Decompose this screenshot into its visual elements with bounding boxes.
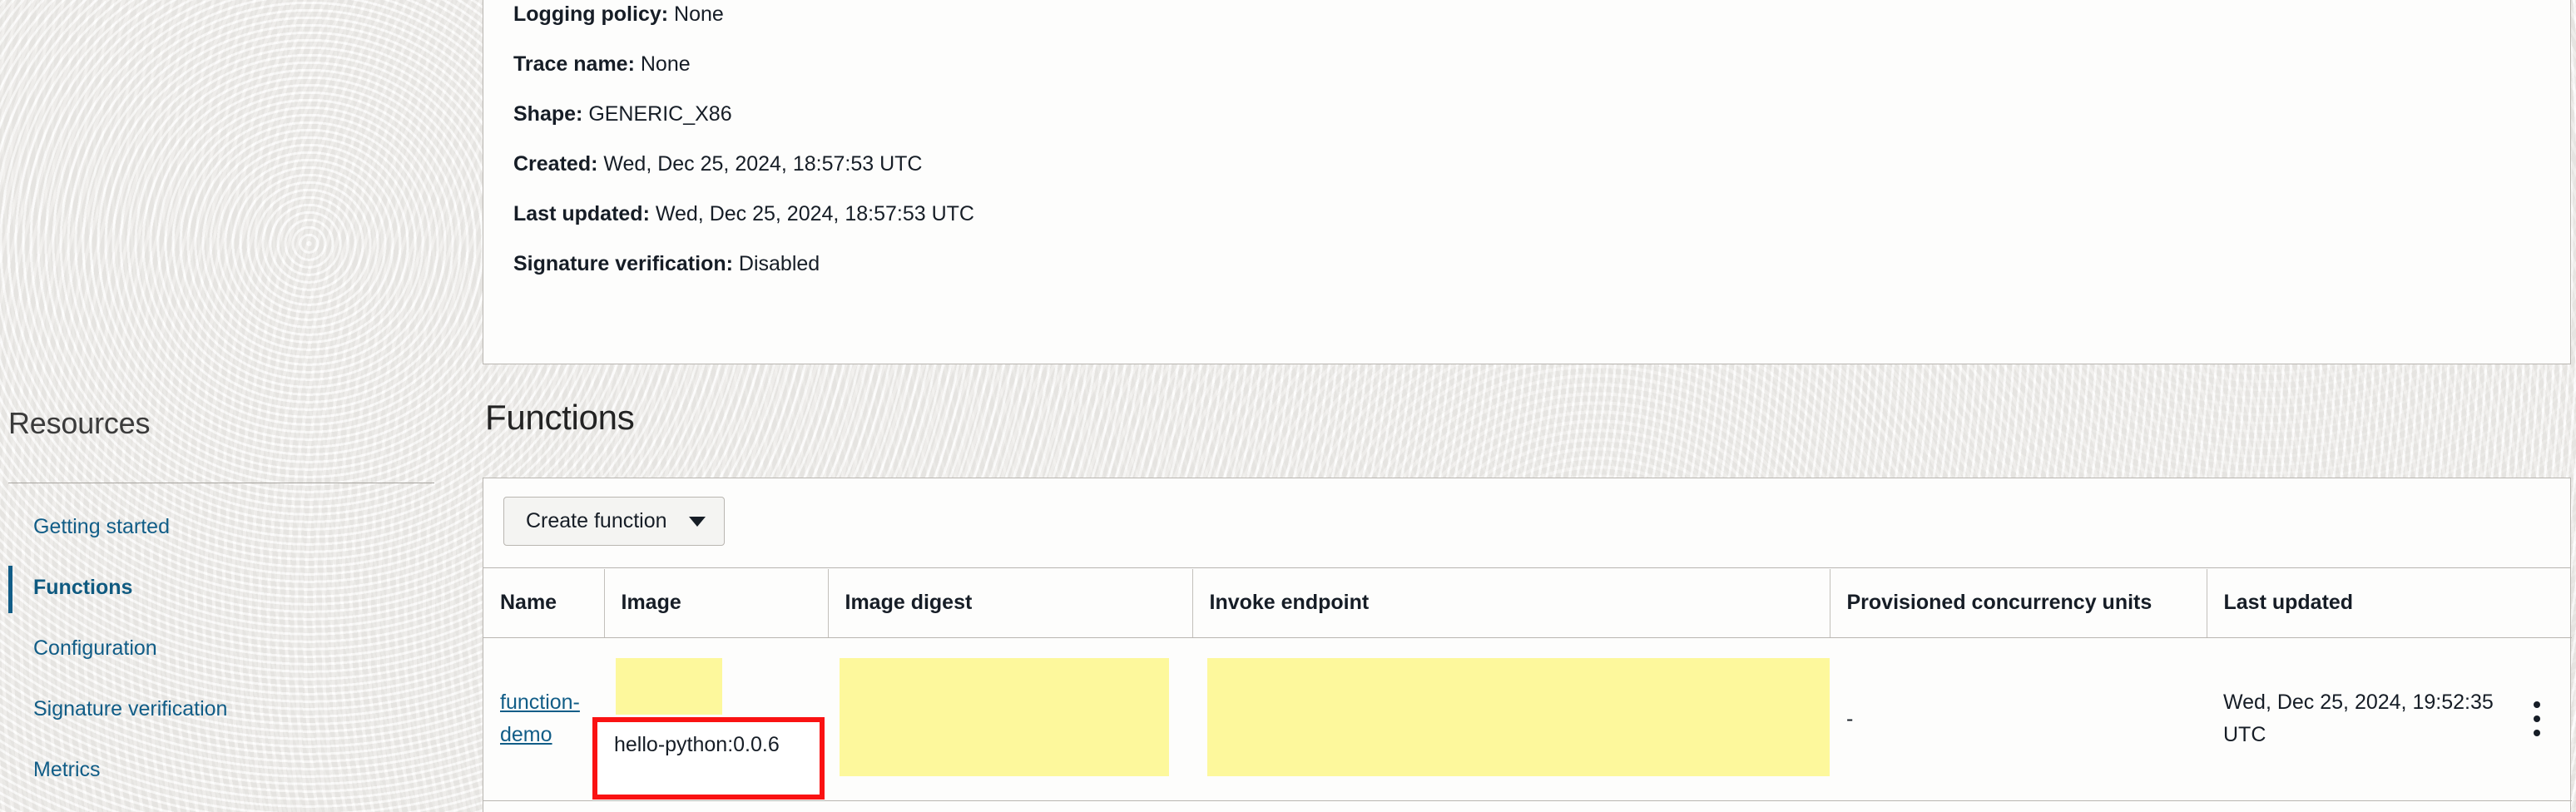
sidebar: Resources Getting started Functions Conf… [0,0,483,812]
detail-label: Trace name: [513,52,635,76]
column-header-name[interactable]: Name [483,569,605,638]
detail-value: GENERIC_X86 [588,102,732,126]
detail-row: Logging policy: None [513,2,2510,27]
detail-value: None [640,52,691,76]
detail-label: Created: [513,152,598,176]
sidebar-item-label: Metrics [33,758,101,781]
detail-value: Disabled [738,252,820,275]
provisioned-concurrency-units-value: - [1846,706,1854,730]
detail-label: Shape: [513,102,583,126]
sidebar-title: Resources [8,406,151,440]
detail-row: Signature verification: Disabled [513,251,2510,276]
column-header-last-updated[interactable]: Last updated [2207,569,2572,638]
annotation-highlight-box: hello-python:0.0.6 [592,717,825,800]
sidebar-item-label: Configuration [33,636,157,660]
detail-value: Wed, Dec 25, 2024, 18:57:53 UTC [603,152,923,176]
detail-row: Trace name: None [513,52,2510,77]
create-function-label: Create function [526,509,667,532]
detail-row: Last updated: Wed, Dec 25, 2024, 18:57:5… [513,201,2510,226]
application-details-card: Logging policy: None Trace name: None Sh… [483,0,2571,364]
detail-label: Logging policy: [513,2,669,26]
sidebar-item-signature-verification[interactable]: Signature verification [0,694,466,725]
column-header-image[interactable]: Image [604,569,829,638]
main-content: Logging policy: None Trace name: None Sh… [483,0,2576,812]
sidebar-item-label: Getting started [33,515,170,538]
table-header-row: Name Image Image digest Invoke endpoint … [483,569,2572,638]
cell-name: function-demo [483,637,604,801]
column-header-invoke-endpoint[interactable]: Invoke endpoint [1192,569,1830,638]
create-function-button[interactable]: Create function [503,497,725,546]
sidebar-item-metrics[interactable]: Metrics [0,755,466,785]
column-header-image-digest[interactable]: Image digest [828,569,1193,638]
function-name-link[interactable]: function-demo [500,686,583,751]
sidebar-item-configuration[interactable]: Configuration [0,633,466,664]
detail-value: None [674,2,724,26]
redacted-invoke-endpoint-value [1207,657,1830,776]
row-actions-menu-icon[interactable] [2534,701,2540,736]
functions-toolbar: Create function [483,478,2570,568]
sidebar-item-label: Functions [33,576,133,599]
sidebar-item-label: Signature verification [33,697,228,720]
detail-row: Shape: GENERIC_X86 [513,102,2510,126]
details-list: Logging policy: None Trace name: None Sh… [513,2,2510,301]
chevron-down-icon [688,516,706,527]
cell-invoke-endpoint [1192,637,1830,801]
sidebar-item-functions[interactable]: Functions [0,566,466,613]
column-header-provisioned-concurrency-units[interactable]: Provisioned concurrency units [1830,569,2207,638]
cell-provisioned-concurrency-units: - [1830,637,2207,801]
cell-last-updated: Wed, Dec 25, 2024, 19:52:35 UTC [2207,637,2572,801]
detail-label: Signature verification: [513,252,733,275]
detail-value: Wed, Dec 25, 2024, 18:57:53 UTC [655,202,974,225]
detail-label: Last updated: [513,202,650,225]
sidebar-item-getting-started[interactable]: Getting started [0,512,466,542]
redacted-image-digest-value [840,657,1169,776]
cell-image-digest [828,637,1192,801]
page-title: Functions [485,398,635,437]
annotation-text: hello-python:0.0.6 [614,733,780,756]
detail-row: Created: Wed, Dec 25, 2024, 18:57:53 UTC [513,151,2510,176]
sidebar-nav: Getting started Functions Configuration … [0,512,466,812]
last-updated-value: Wed, Dec 25, 2024, 19:52:35 UTC [2223,691,2494,746]
redacted-image-value [616,657,722,715]
